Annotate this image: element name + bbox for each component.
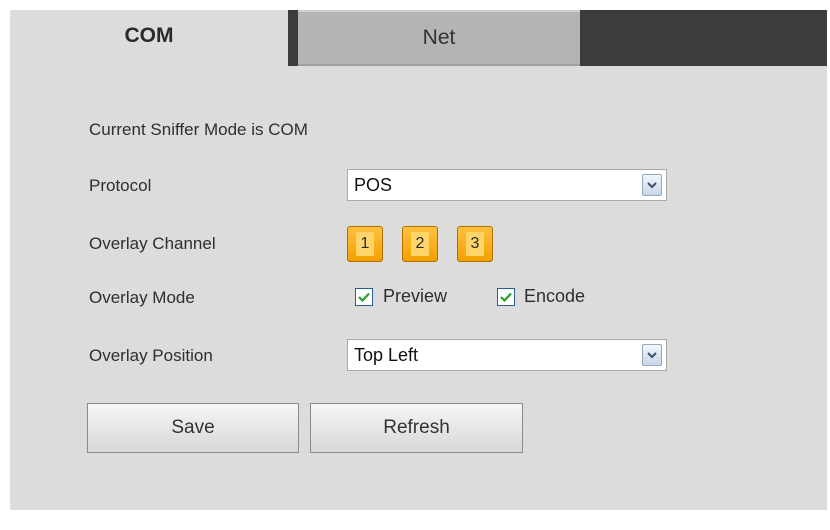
overlay-position-select-value: Top Left [354, 344, 419, 365]
sniffer-mode-status: Current Sniffer Mode is COM [89, 120, 308, 139]
encode-checkbox[interactable] [497, 288, 515, 306]
overlay-position-label: Overlay Position [89, 346, 213, 365]
tab-bar: COM Net [10, 10, 827, 72]
overlay-mode-label: Overlay Mode [89, 288, 195, 307]
overlay-channel-label: Overlay Channel [89, 234, 216, 253]
save-button[interactable]: Save [87, 403, 299, 453]
channel-1-label: 1 [356, 232, 374, 256]
channel-1-button[interactable]: 1 [347, 226, 383, 262]
channel-3-label: 3 [466, 232, 484, 256]
protocol-select-value: POS [354, 174, 393, 195]
checkmark-icon [500, 292, 512, 302]
chevron-down-icon[interactable] [642, 174, 662, 196]
tab-net[interactable]: Net [298, 10, 580, 66]
preview-label: Preview [383, 286, 448, 306]
refresh-button[interactable]: Refresh [310, 403, 523, 453]
preview-checkbox[interactable] [355, 288, 373, 306]
encode-label: Encode [524, 286, 586, 306]
checkmark-icon [358, 292, 370, 302]
channel-3-button[interactable]: 3 [457, 226, 493, 262]
tab-com[interactable]: COM [10, 10, 288, 72]
channel-2-button[interactable]: 2 [402, 226, 438, 262]
chevron-down-icon[interactable] [642, 344, 662, 366]
protocol-label: Protocol [89, 176, 152, 195]
protocol-select[interactable]: POS [347, 169, 667, 201]
overlay-position-select[interactable]: Top Left [347, 339, 667, 371]
channel-2-label: 2 [411, 232, 429, 256]
